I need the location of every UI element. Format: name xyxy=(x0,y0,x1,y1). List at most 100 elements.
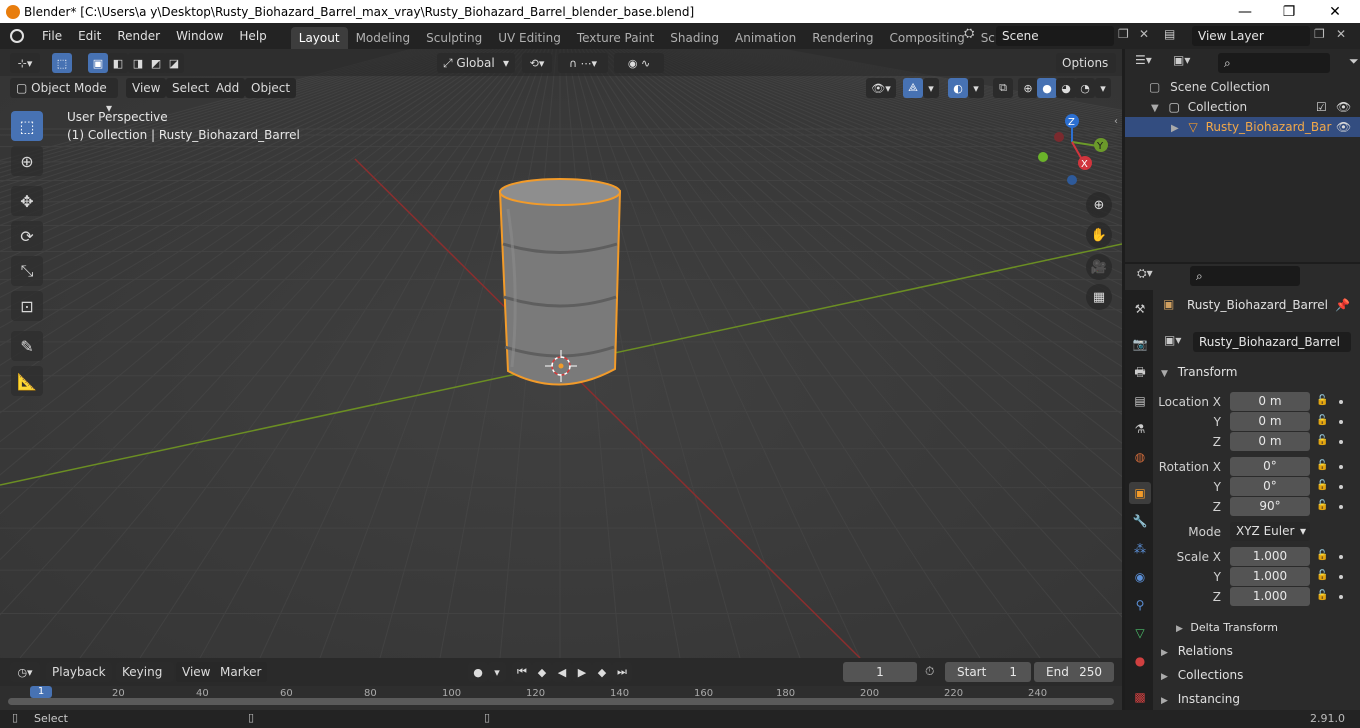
camera-view-icon[interactable]: 🎥 xyxy=(1086,254,1112,280)
keyframe-dot[interactable] xyxy=(1339,465,1343,469)
lock-icon[interactable]: 🔓 xyxy=(1316,415,1328,427)
current-frame-field[interactable]: 1 xyxy=(843,662,917,682)
chevron-down-icon[interactable]: ▾ xyxy=(1095,78,1111,98)
pivot-point-icon[interactable]: ⟲▾ xyxy=(522,53,552,73)
delete-view-layer-icon[interactable]: ✕ xyxy=(1336,27,1346,41)
start-frame-field[interactable]: Start 1 xyxy=(945,662,1031,682)
display-mode-icon[interactable]: ▣▾ xyxy=(1173,53,1203,73)
timeline-editor-icon[interactable]: ◷▾ xyxy=(10,662,40,682)
keyframe-dot[interactable] xyxy=(1339,440,1343,444)
select-mode-extend-icon[interactable]: ◧ xyxy=(108,53,128,73)
output-tab-icon[interactable]: 🖶 xyxy=(1129,362,1151,384)
tab-animation[interactable]: Animation xyxy=(727,27,804,49)
keyframe-dot[interactable] xyxy=(1339,555,1343,559)
sidebar-toggle-icon[interactable]: ‹ xyxy=(1114,116,1118,127)
lock-icon[interactable]: 🔓 xyxy=(1316,550,1328,562)
tool-tab-icon[interactable]: ⚒ xyxy=(1129,298,1151,320)
next-keyframe-icon[interactable]: ◆ xyxy=(592,662,612,682)
wireframe-shading-icon[interactable]: ⊕ xyxy=(1018,78,1038,98)
object-tab-icon[interactable]: ▣ xyxy=(1129,482,1151,504)
close-button[interactable]: ✕ xyxy=(1312,0,1358,23)
filter-icon[interactable]: ⏷ xyxy=(1349,54,1359,69)
relations-panel-header[interactable]: ▶ Relations xyxy=(1153,640,1360,662)
object-mode-dropdown[interactable]: ▢ Object Mode ▾ xyxy=(10,78,118,115)
select-mode-invert-icon[interactable]: ◩ xyxy=(146,53,166,73)
chevron-down-icon[interactable]: ▾ xyxy=(488,662,506,682)
timeline-scrollbar[interactable] xyxy=(8,698,1114,705)
scale-x-field[interactable]: 1.000 xyxy=(1230,547,1310,566)
proportional-editing-icon[interactable]: ◉ ∿ xyxy=(614,53,664,73)
rotation-z-field[interactable]: 90° xyxy=(1230,497,1310,516)
select-tool-icon[interactable]: ⬚ xyxy=(52,53,72,73)
viewport-menu-add[interactable]: Add xyxy=(210,78,246,98)
view-layer-selector[interactable]: View Layer xyxy=(1192,26,1310,46)
menu-window[interactable]: Window xyxy=(168,23,231,49)
tab-layout[interactable]: Layout xyxy=(290,27,348,49)
outliner-collection[interactable]: ▼ ▢ Collection ☑ 👁 xyxy=(1125,97,1360,117)
rotation-mode-dropdown[interactable]: XYZ Euler ▾ xyxy=(1230,522,1310,541)
play-reverse-icon[interactable]: ◀ xyxy=(552,662,572,682)
prev-keyframe-icon[interactable]: ◆ xyxy=(532,662,552,682)
lock-icon[interactable]: 🔓 xyxy=(1316,590,1328,602)
viewport-menu-select[interactable]: Select xyxy=(166,78,216,98)
material-tab-icon[interactable]: ● xyxy=(1129,650,1151,672)
measure-tool-icon[interactable]: 📐 xyxy=(11,366,43,396)
tab-rendering[interactable]: Rendering xyxy=(804,27,881,49)
play-icon[interactable]: ▶ xyxy=(572,662,592,682)
solid-shading-icon[interactable]: ● xyxy=(1037,78,1057,98)
playback-menu[interactable]: Playback▾ xyxy=(46,662,112,699)
render-tab-icon[interactable]: 📷 xyxy=(1129,333,1151,355)
delta-transform-subpanel[interactable]: ▶ Delta Transform xyxy=(1168,617,1348,639)
constraints-tab-icon[interactable]: ⚲ xyxy=(1129,594,1151,616)
end-frame-field[interactable]: End 250 xyxy=(1034,662,1114,682)
new-view-layer-icon[interactable]: ❐ xyxy=(1314,27,1325,41)
snapping-icon[interactable]: ∩ ⋯▾ xyxy=(558,53,608,73)
collections-panel-header[interactable]: ▶ Collections xyxy=(1153,664,1360,686)
outliner-object-row[interactable]: ▶ ▽ Rusty_Biohazard_Bar 👁 xyxy=(1125,117,1360,137)
visibility-eye-icon[interactable]: 👁 xyxy=(1336,117,1351,137)
modifier-tab-icon[interactable]: 🔧 xyxy=(1129,510,1151,532)
select-mode-subtract-icon[interactable]: ◨ xyxy=(128,53,148,73)
view-layer-icon[interactable]: ▤ xyxy=(1164,27,1175,41)
location-z-field[interactable]: 0 m xyxy=(1230,432,1310,451)
options-dropdown[interactable]: Options ▾ xyxy=(1056,53,1116,90)
physics-tab-icon[interactable]: ◉ xyxy=(1129,566,1151,588)
keyframe-dot[interactable] xyxy=(1339,595,1343,599)
move-tool-icon[interactable]: ✥ xyxy=(11,186,43,216)
view-layer-tab-icon[interactable]: ▤ xyxy=(1129,390,1151,412)
rendered-shading-icon[interactable]: ◔ xyxy=(1075,78,1095,98)
particles-tab-icon[interactable]: ⁂ xyxy=(1129,538,1151,560)
menu-render[interactable]: Render xyxy=(109,23,168,49)
lock-icon[interactable]: 🔓 xyxy=(1316,395,1328,407)
rotate-tool-icon[interactable]: ⟳ xyxy=(11,221,43,251)
instancing-panel-header[interactable]: ▶ Instancing xyxy=(1153,688,1360,710)
lock-icon[interactable]: 🔓 xyxy=(1316,570,1328,582)
select-box-tool-icon[interactable]: ⬚ xyxy=(11,111,43,141)
outliner-editor-icon[interactable]: ☰▾ xyxy=(1135,53,1165,73)
pan-hand-icon[interactable]: ✋ xyxy=(1086,222,1112,248)
menu-edit[interactable]: Edit xyxy=(70,23,109,49)
object-datablock-icon[interactable]: ▣▾ xyxy=(1164,333,1194,352)
jump-start-icon[interactable]: ⏮ xyxy=(512,662,532,682)
new-scene-icon[interactable]: ❐ xyxy=(1118,27,1129,41)
overlays-toggle-icon[interactable]: ◐ xyxy=(948,78,968,98)
record-icon[interactable]: ● xyxy=(468,662,488,682)
transform-panel-header[interactable]: ▼ Transform xyxy=(1153,361,1360,383)
keyframe-dot[interactable] xyxy=(1339,505,1343,509)
maximize-button[interactable]: ❐ xyxy=(1266,0,1312,23)
material-shading-icon[interactable]: ◕ xyxy=(1056,78,1076,98)
lock-icon[interactable]: 🔓 xyxy=(1316,460,1328,472)
pin-icon[interactable]: 📌 xyxy=(1335,298,1350,312)
cursor-tool-icon[interactable]: ⊕ xyxy=(11,146,43,176)
select-mode-intersect-icon[interactable]: ◪ xyxy=(164,53,184,73)
ortho-grid-icon[interactable]: ▦ xyxy=(1086,284,1112,310)
exclude-checkbox[interactable]: ☑ xyxy=(1316,97,1327,117)
keyframe-dot[interactable] xyxy=(1339,400,1343,404)
editor-type-icon[interactable]: ⊹▾ xyxy=(10,53,40,73)
outliner-scene-collection[interactable]: ▢ Scene Collection xyxy=(1125,77,1360,97)
menu-help[interactable]: Help xyxy=(231,23,274,49)
delete-scene-icon[interactable]: ✕ xyxy=(1139,27,1149,41)
timeline-ruler[interactable]: 1 20 40 60 80 100 120 140 160 180 200 22… xyxy=(0,686,1122,710)
expand-chevron-icon[interactable]: ▶ xyxy=(1171,123,1179,134)
playhead[interactable]: 1 xyxy=(30,686,52,698)
